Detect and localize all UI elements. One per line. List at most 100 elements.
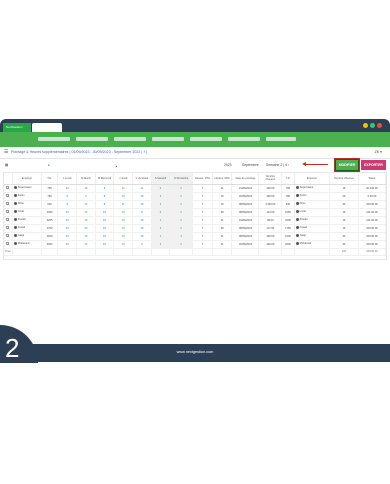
nav-item[interactable]	[190, 137, 222, 141]
column-header[interactable]: L Lundi	[57, 173, 78, 185]
column-header[interactable]: S Samedi	[151, 173, 171, 185]
green-dot-icon[interactable]	[370, 123, 375, 128]
cell-statut: 100:00:00	[358, 200, 387, 209]
table-row[interactable]: Karim 780 6 8 8 10 10 3 0 7 16 22/06/2023 148.00 780 K…	[4, 192, 387, 201]
month-select[interactable]: Septembre	[242, 163, 259, 167]
row-checkbox-cell	[4, 208, 13, 217]
cell-v: 10	[132, 216, 152, 225]
cell-h25: 7	[192, 208, 213, 217]
column-header[interactable]: Employé	[294, 173, 330, 185]
column-header[interactable]: Nombre d'heures	[329, 173, 359, 185]
row-checkbox[interactable]	[6, 202, 10, 205]
column-header[interactable]: D Dimanche	[169, 173, 194, 185]
nav-item[interactable]	[266, 137, 296, 141]
total-empty-cell	[151, 248, 171, 256]
column-header[interactable]: Heures. 50%	[212, 173, 233, 185]
cell-tp: 1750	[281, 224, 295, 233]
column-header[interactable]: T.H.	[41, 173, 59, 185]
employee-name: Driss	[299, 202, 306, 206]
account-menu[interactable]: ZK ▾	[375, 150, 382, 154]
cell-statut: 100:00:00	[358, 240, 387, 249]
nav-item[interactable]	[152, 137, 184, 141]
row-checkbox[interactable]	[6, 194, 10, 197]
column-header[interactable]: M Mercredi	[95, 173, 115, 185]
browser-tab[interactable]	[32, 123, 62, 132]
row-checkbox-cell	[4, 216, 13, 225]
cell-tp: 630	[281, 200, 295, 209]
cell-h25: 7	[192, 184, 213, 193]
grid-icon[interactable]: ▦	[5, 163, 8, 167]
row-checkbox[interactable]	[6, 242, 10, 245]
row-checkbox[interactable]	[6, 210, 10, 213]
column-header[interactable]: J Jeudi	[113, 173, 133, 185]
column-header[interactable]: Date de pointage	[231, 173, 260, 185]
nav-item[interactable]	[228, 137, 260, 141]
cell-date: 08/06/2023	[231, 200, 260, 209]
app-tab[interactable]: NextGestion	[3, 123, 31, 132]
total-empty-cell	[192, 248, 213, 256]
cell-h50: 16	[212, 200, 233, 209]
cell-nb2: 16	[329, 224, 359, 233]
user-avatar-icon	[13, 202, 17, 206]
cell-m: 12	[76, 200, 96, 209]
table-row[interactable]: Superviseur 765 12 10 9 12 11 6 0 7 21 21/06/2023 14…	[4, 184, 387, 193]
nav-item[interactable]	[38, 137, 70, 141]
export-button[interactable]: EXPORTER	[361, 160, 386, 170]
column-header[interactable]: V Vendredi	[132, 173, 152, 185]
cell-h25: 7	[192, 232, 213, 241]
cell-tp: 780	[281, 192, 295, 201]
window-dots	[363, 123, 382, 128]
nav-item[interactable]	[114, 137, 146, 141]
website-url[interactable]: www.nextgestion.com	[0, 350, 390, 354]
table-row[interactable]: Mohamed 2000 10 12 10 10 9 2 0 7 21 22/06/2023 146.0…	[4, 240, 387, 249]
table-row[interactable]: Fouad 1750 10 20 10 10 10 3 0 7 28 08/06/2023 117.00…	[4, 224, 387, 233]
cell-m: 10	[76, 184, 96, 193]
cell-me: 10	[95, 232, 115, 241]
column-header[interactable]: M Mardi	[76, 173, 96, 185]
user-avatar-icon	[295, 234, 299, 238]
cell-d: 0	[169, 208, 194, 217]
yellow-dot-icon[interactable]	[363, 123, 368, 128]
employee-name: Lindo	[299, 210, 307, 214]
row-checkbox[interactable]	[6, 186, 10, 189]
total-hours: 200	[329, 248, 359, 256]
employee-cell: Fouad	[294, 224, 330, 233]
table-row[interactable]: Lindo 1050 10 14 12 10 8 0 0 7 28 08/06/2023 143.00 1…	[4, 208, 387, 217]
total-empty-cell	[95, 248, 115, 256]
menu-icon[interactable]: ☰	[4, 150, 9, 155]
arrow-pointer	[302, 162, 328, 166]
user-filter-icon[interactable]: ▲	[115, 164, 118, 168]
table-row[interactable]: Zinedo 2205 10 10 10 10 10 1 0 7 21 19/06/2023 99.00…	[4, 216, 387, 225]
red-dot-icon[interactable]	[377, 123, 382, 128]
column-header[interactable]: Statut	[358, 173, 387, 185]
cell-j: 10	[113, 208, 133, 217]
user-avatar-icon	[295, 210, 299, 214]
year-select[interactable]: 2023	[224, 163, 232, 167]
column-header[interactable]: Heures. 25%	[192, 173, 213, 185]
column-header[interactable]: Employé	[12, 173, 42, 185]
column-header[interactable]: T.P.	[281, 173, 295, 185]
cell-j: 11	[113, 200, 133, 209]
table-row[interactable]: Driss 630 9 12 8 11 10 2 0 7 16 08/06/2023 1'100.00 6…	[4, 200, 387, 209]
row-checkbox[interactable]	[6, 218, 10, 221]
cell-v: 10	[132, 200, 152, 209]
row-checkbox[interactable]	[6, 226, 10, 229]
row-checkbox[interactable]	[6, 234, 10, 237]
table-header: Employé T.H. L Lundi M Mardi M Mercredi J Jeu…	[4, 173, 387, 185]
page-title: Pointage & Heures supplémentaires | 01/0…	[11, 150, 148, 154]
week-select[interactable]: Semaine 2 | 4 ›	[266, 163, 289, 167]
user-avatar-icon	[295, 242, 299, 246]
row-checkbox-cell	[4, 192, 13, 201]
modify-button[interactable]: MODIFIER	[334, 158, 360, 172]
employee-name: Karim	[299, 194, 307, 198]
employee-cell: Mohamed	[294, 240, 330, 249]
cell-tp: 2000	[281, 240, 295, 249]
cell-nb: 148.00	[258, 232, 283, 241]
cell-statut: 20:100:00	[358, 184, 387, 193]
total-empty-cell	[57, 248, 78, 256]
column-header[interactable]: Nombre d'heures	[258, 173, 283, 185]
employee-cell: Zinedo	[12, 216, 42, 225]
column-header[interactable]	[4, 173, 13, 185]
nav-item[interactable]	[76, 137, 108, 141]
table-row[interactable]: Jaagi 1600 10 10 10 10 10 1 3 7 21 08/06/2023 148.00…	[4, 232, 387, 241]
